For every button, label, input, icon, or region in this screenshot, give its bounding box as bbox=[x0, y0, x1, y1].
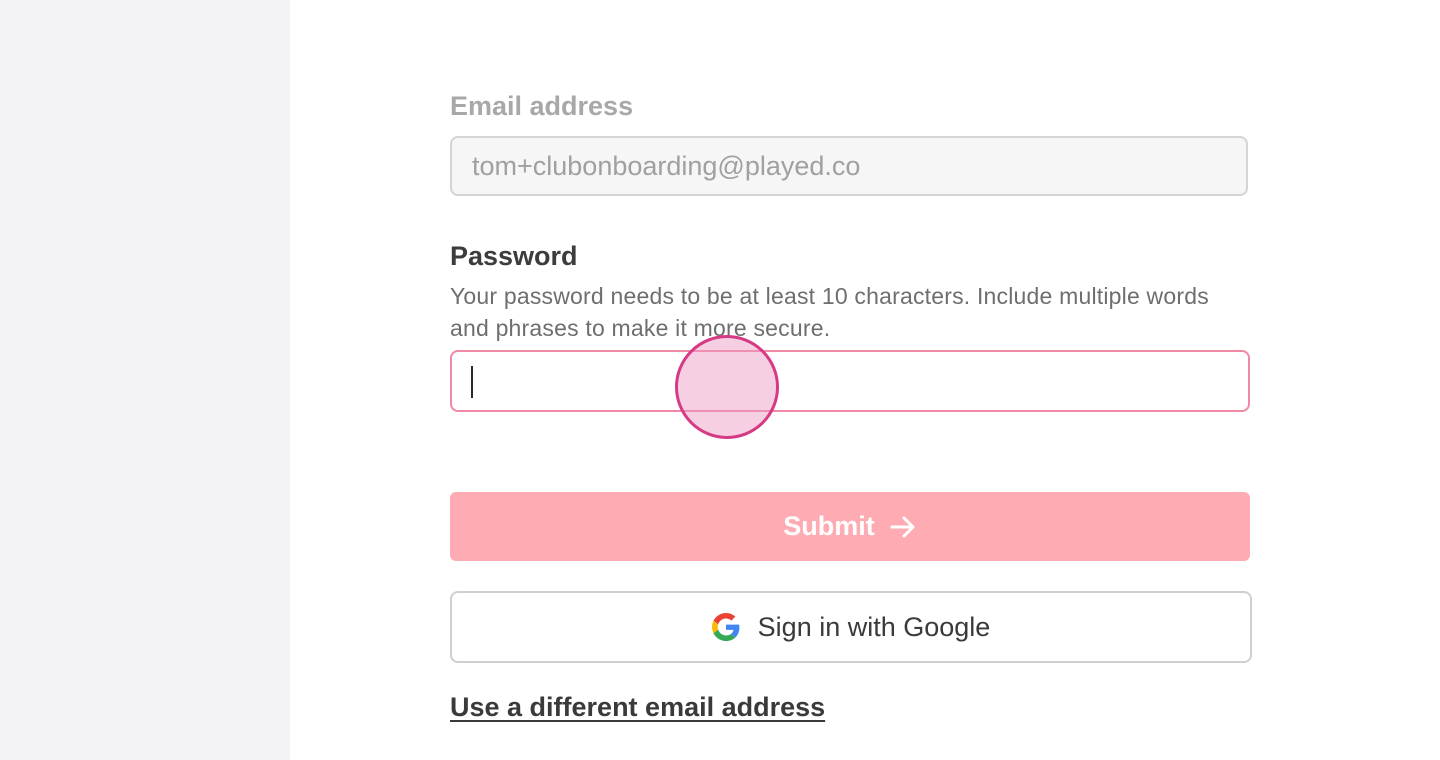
submit-button[interactable]: Submit bbox=[450, 492, 1250, 561]
email-field: tom+clubonboarding@played.co bbox=[450, 136, 1248, 196]
use-different-email-link[interactable]: Use a different email address bbox=[450, 692, 825, 723]
sidebar-panel bbox=[0, 0, 290, 760]
click-indicator bbox=[675, 335, 779, 439]
google-sign-in-button[interactable]: Sign in with Google bbox=[450, 591, 1252, 663]
password-label: Password bbox=[450, 241, 578, 271]
submit-label: Submit bbox=[783, 511, 875, 541]
google-sign-in-label: Sign in with Google bbox=[757, 611, 991, 642]
arrow-right-icon bbox=[889, 513, 917, 541]
text-caret bbox=[471, 366, 473, 398]
password-help-text: Your password needs to be at least 10 ch… bbox=[450, 283, 1209, 341]
password-field[interactable] bbox=[450, 350, 1250, 412]
email-label: Email address bbox=[450, 91, 634, 121]
google-icon bbox=[711, 613, 740, 641]
